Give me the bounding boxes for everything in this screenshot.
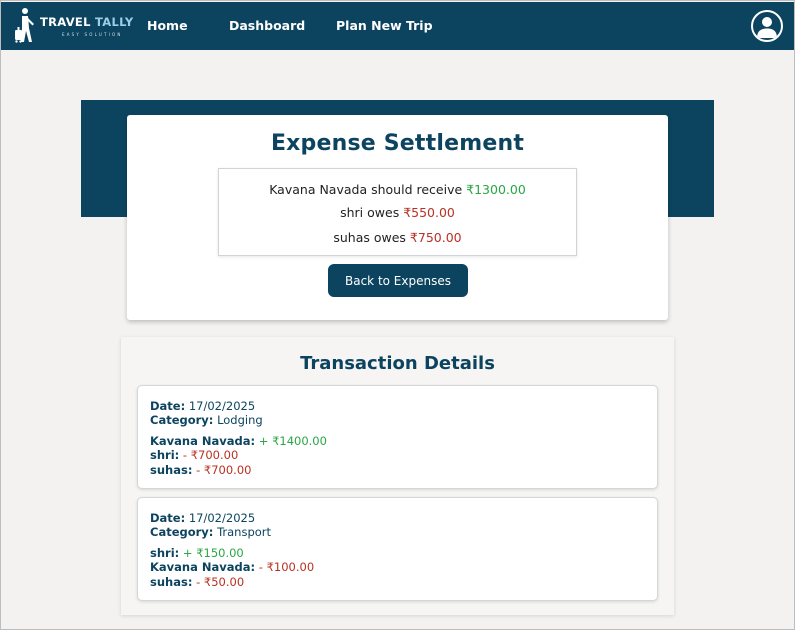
transaction-card: Date: 17/02/2025 Category: Lodging Kavan… xyxy=(137,385,658,489)
share-name: shri: xyxy=(150,546,180,560)
share-name: suhas: xyxy=(150,575,193,589)
settlement-line-text: suhas owes xyxy=(333,230,410,245)
settlement-line-owe: shri owes ₹550.00 xyxy=(219,205,576,220)
profile-avatar-button[interactable] xyxy=(751,10,783,42)
navbar: TRAVEL TALLY EASY SOLUTION Home Dashboar… xyxy=(1,2,794,50)
category-label: Category: xyxy=(150,525,214,539)
settlement-card: Expense Settlement Kavana Navada should … xyxy=(127,115,668,320)
share-amount: + ₹1400.00 xyxy=(258,434,327,448)
nav-link-dashboard[interactable]: Dashboard xyxy=(229,2,305,50)
logo-subtitle: EASY SOLUTION xyxy=(62,32,123,37)
category-value: Transport xyxy=(217,525,272,539)
share-name: shri: xyxy=(150,448,180,462)
transaction-category: Category: Lodging xyxy=(150,413,263,427)
logo-title: TRAVEL TALLY xyxy=(40,15,134,29)
share-row: Kavana Navada: + ₹1400.00 xyxy=(150,434,327,448)
nav-link-plan-new-trip[interactable]: Plan New Trip xyxy=(336,2,433,50)
user-circle-icon xyxy=(757,17,777,38)
date-label: Date: xyxy=(150,511,186,525)
share-amount: - ₹700.00 xyxy=(182,448,239,462)
transaction-date: Date: 17/02/2025 xyxy=(150,511,255,525)
transaction-card: Date: 17/02/2025 Category: Transport shr… xyxy=(137,497,658,601)
settlement-line-text: Kavana Navada should receive xyxy=(269,182,467,197)
share-name: Kavana Navada: xyxy=(150,560,256,574)
share-amount: - ₹50.00 xyxy=(196,575,245,589)
settlement-amount-receive: ₹1300.00 xyxy=(466,182,526,197)
share-row: shri: - ₹700.00 xyxy=(150,448,238,462)
settlement-line-owe: suhas owes ₹750.00 xyxy=(219,230,576,245)
share-amount: - ₹100.00 xyxy=(258,560,315,574)
share-amount: - ₹700.00 xyxy=(196,463,252,477)
back-to-expenses-button[interactable]: Back to Expenses xyxy=(328,264,468,297)
transaction-date: Date: 17/02/2025 xyxy=(150,399,255,413)
settlement-line-receive: Kavana Navada should receive ₹1300.00 xyxy=(219,182,576,197)
transaction-category: Category: Transport xyxy=(150,525,271,539)
share-row: shri: + ₹150.00 xyxy=(150,546,244,560)
date-value: 17/02/2025 xyxy=(188,399,256,413)
settlement-amount-owe: ₹550.00 xyxy=(403,205,455,220)
share-row: Kavana Navada: - ₹100.00 xyxy=(150,560,314,574)
settlement-amount-owe: ₹750.00 xyxy=(409,230,462,245)
date-value: 17/02/2025 xyxy=(188,511,256,525)
share-name: suhas: xyxy=(150,463,193,477)
nav-link-home[interactable]: Home xyxy=(147,2,188,50)
app-logo[interactable]: TRAVEL TALLY EASY SOLUTION xyxy=(13,2,134,50)
settlement-line-text: shri owes xyxy=(340,205,404,220)
share-row: suhas: - ₹700.00 xyxy=(150,463,251,477)
date-label: Date: xyxy=(150,399,186,413)
share-row: suhas: - ₹50.00 xyxy=(150,575,244,589)
share-name: Kavana Navada: xyxy=(150,434,256,448)
transaction-details-title: Transaction Details xyxy=(300,353,495,374)
share-amount: + ₹150.00 xyxy=(182,546,244,560)
logo-title-tally: TALLY xyxy=(95,15,134,29)
traveler-logo-icon xyxy=(15,8,34,43)
settlement-summary-box: Kavana Navada should receive ₹1300.00 sh… xyxy=(218,168,577,256)
logo-title-travel: TRAVEL xyxy=(40,15,91,29)
category-value: Lodging xyxy=(217,413,263,427)
transaction-details-panel: Transaction Details Date: 17/02/2025 Cat… xyxy=(121,337,674,615)
category-label: Category: xyxy=(150,413,214,427)
settlement-title: Expense Settlement xyxy=(270,131,525,156)
